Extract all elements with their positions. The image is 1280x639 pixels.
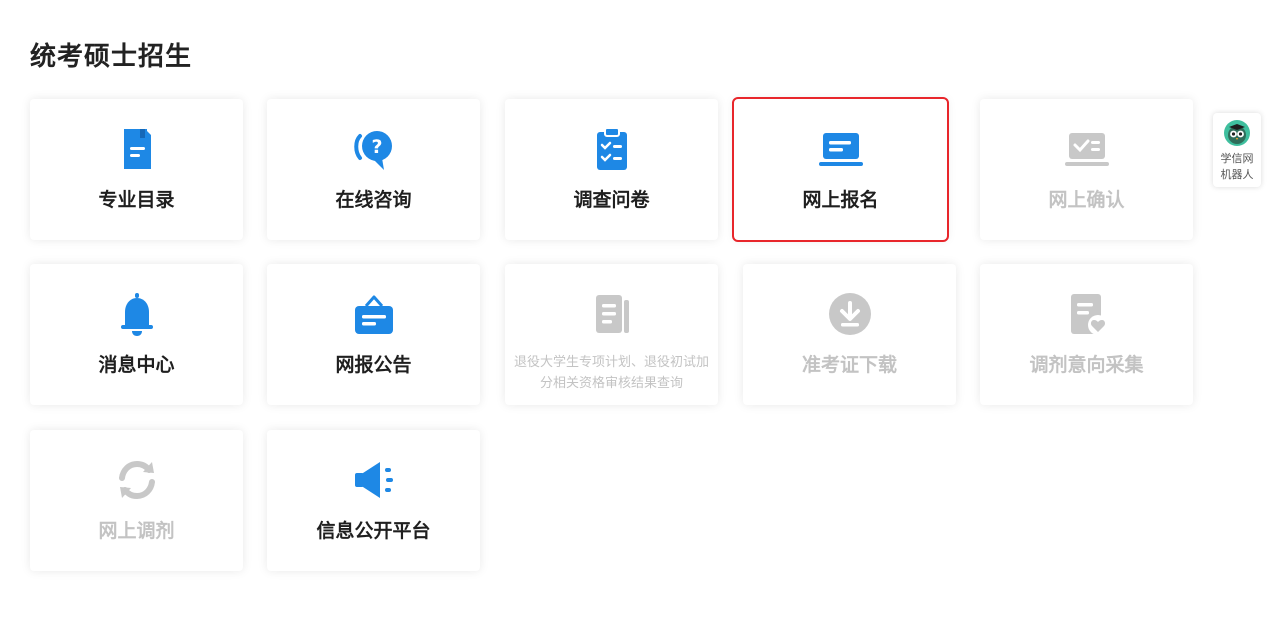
card-label: 调剂意向采集	[1029, 354, 1144, 376]
bell-icon	[113, 290, 161, 338]
card-online-consult[interactable]: ? 在线咨询	[267, 99, 480, 240]
notice-board-icon	[350, 290, 398, 338]
card-label: 准考证下载	[801, 354, 897, 376]
card-admission-ticket-download[interactable]: 准考证下载	[743, 264, 956, 405]
card-label: 退役大学生专项计划、退役初试加分相关资格审核结果查询	[513, 355, 709, 391]
card-online-registration[interactable]: 网上报名	[732, 97, 949, 242]
card-survey[interactable]: 调查问卷	[505, 99, 718, 240]
card-label: 专业目录	[98, 189, 175, 211]
card-label: 网报公告	[335, 354, 412, 376]
card-adjustment-intention[interactable]: 调剂意向采集	[980, 264, 1193, 405]
clipboard-check-icon	[588, 125, 636, 173]
svg-text:?: ?	[371, 136, 382, 158]
page-title: 统考硕士招生	[30, 42, 193, 72]
refresh-icon	[113, 456, 161, 504]
question-chat-icon: ?	[350, 125, 398, 173]
card-message-center[interactable]: 消息中心	[30, 264, 243, 405]
owl-avatar-icon	[1223, 119, 1251, 147]
card-label: 网上确认	[1048, 189, 1125, 211]
laptop-check-icon	[1063, 125, 1111, 173]
page: 统考硕士招生 专业目录 ? 在线咨询 调查问卷 网上报名 网上确认 消息中心 网…	[0, 0, 1280, 639]
document-list-icon	[588, 290, 636, 338]
chatbot-widget[interactable]: 学信网机器人	[1213, 113, 1261, 187]
card-registration-notice[interactable]: 网报公告	[267, 264, 480, 405]
card-label: 网上报名	[802, 189, 879, 211]
laptop-icon	[817, 125, 865, 173]
card-label: 消息中心	[98, 354, 175, 376]
document-icon	[113, 125, 161, 173]
card-information-disclosure[interactable]: 信息公开平台	[267, 430, 480, 571]
card-label: 信息公开平台	[316, 520, 431, 542]
card-veteran-qualification-query[interactable]: 退役大学生专项计划、退役初试加分相关资格审核结果查询	[505, 264, 718, 405]
document-heart-icon	[1063, 290, 1111, 338]
card-major-catalog[interactable]: 专业目录	[30, 99, 243, 240]
card-online-adjustment[interactable]: 网上调剂	[30, 430, 243, 571]
card-online-confirmation[interactable]: 网上确认	[980, 99, 1193, 240]
download-icon	[826, 290, 874, 338]
card-label: 调查问卷	[573, 189, 650, 211]
megaphone-icon	[350, 456, 398, 504]
card-label: 网上调剂	[98, 520, 175, 542]
card-label: 在线咨询	[335, 189, 412, 211]
chatbot-label: 学信网机器人	[1220, 152, 1254, 181]
